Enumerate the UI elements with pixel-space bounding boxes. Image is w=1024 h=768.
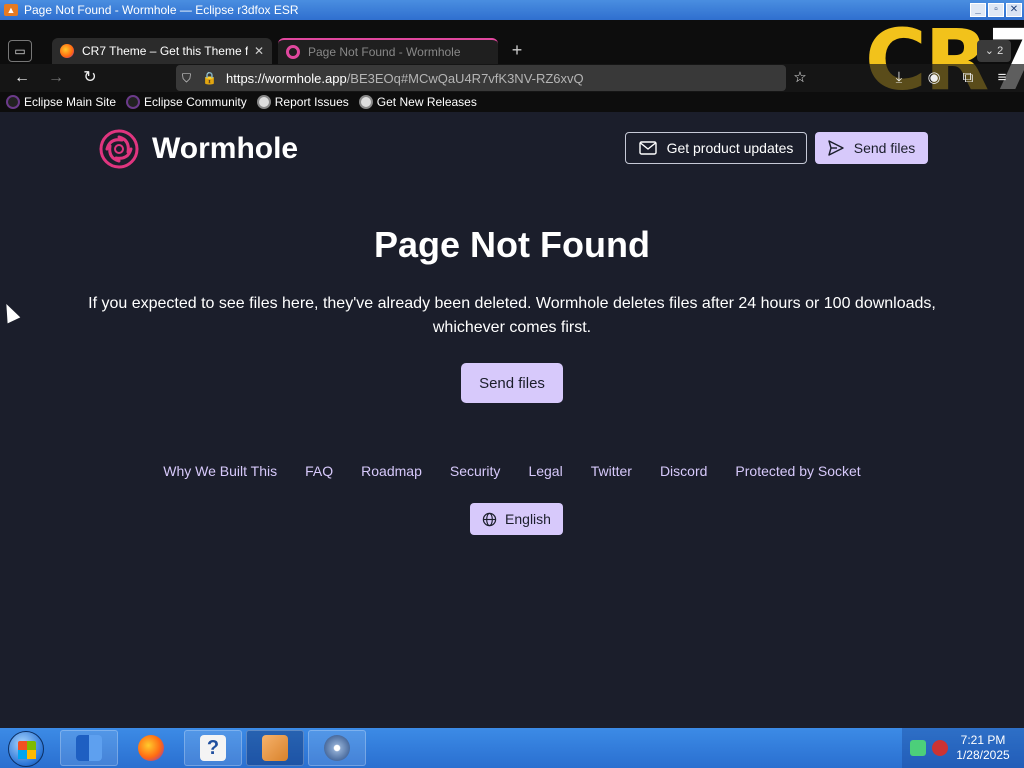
bookmark-get-new-releases[interactable]: Get New Releases xyxy=(358,95,477,109)
file-manager-icon xyxy=(76,735,102,761)
page-content: Wormhole Get product updates Send files … xyxy=(0,112,1024,728)
footer-link-protected-by-socket[interactable]: Protected by Socket xyxy=(735,463,860,479)
footer-link-roadmap[interactable]: Roadmap xyxy=(361,463,422,479)
browser-chrome: CR7 ▭ CR7 Theme – Get this Theme fo ✕ Pa… xyxy=(0,20,1024,112)
wormhole-favicon-icon xyxy=(286,45,300,59)
globe-icon xyxy=(482,512,497,526)
github-icon xyxy=(358,95,373,109)
taskbar-package-manager[interactable] xyxy=(246,730,304,766)
minimize-button[interactable]: _ xyxy=(970,3,986,17)
forward-icon[interactable]: → xyxy=(44,66,68,90)
not-found-message: If you expected to see files here, they'… xyxy=(88,295,936,336)
footer-links: Why We Built This FAQ Roadmap Security L… xyxy=(0,463,1024,479)
firefox-icon xyxy=(138,735,164,761)
firefox-favicon-icon xyxy=(60,44,74,58)
list-all-tabs-button[interactable]: ⌄ 2 xyxy=(977,40,1011,62)
bookmark-report-issues[interactable]: Report Issues xyxy=(256,95,349,109)
footer-link-discord[interactable]: Discord xyxy=(660,463,707,479)
close-window-button[interactable]: ✕ xyxy=(1006,3,1022,17)
navigation-toolbar: ← → ↻ ⛉ 🔒 https://wormhole.app/BE3EOq#MC… xyxy=(0,64,1024,92)
system-clock[interactable]: 7:21 PM 1/28/2025 xyxy=(948,733,1018,763)
reload-icon[interactable]: ↻ xyxy=(78,66,102,90)
footer-link-faq[interactable]: FAQ xyxy=(305,463,333,479)
bookmark-eclipse-main-site[interactable]: Eclipse Main Site xyxy=(6,95,116,109)
disk-icon xyxy=(324,735,350,761)
window-title: Page Not Found - Wormhole — Eclipse r3df… xyxy=(24,3,299,17)
language-selector-button[interactable]: English xyxy=(470,503,563,535)
taskbar-help[interactable]: ? xyxy=(184,730,242,766)
mouse-pointer-icon xyxy=(0,301,21,324)
footer-link-legal[interactable]: Legal xyxy=(528,463,562,479)
back-icon[interactable]: ← xyxy=(10,66,34,90)
send-files-button[interactable]: Send files xyxy=(461,363,563,403)
eclipse-icon xyxy=(6,95,20,109)
taskbar-file-manager[interactable] xyxy=(60,730,118,766)
mail-icon xyxy=(638,141,657,155)
tab-strip: ▭ CR7 Theme – Get this Theme fo ✕ Page N… xyxy=(0,20,1024,64)
window-titlebar: ▲ Page Not Found - Wormhole — Eclipse r3… xyxy=(0,0,1024,20)
lock-icon[interactable]: 🔒 xyxy=(202,71,217,85)
taskbar-firefox[interactable] xyxy=(122,730,180,766)
footer-link-why-we-built-this[interactable]: Why We Built This xyxy=(163,463,277,479)
tab-wormhole[interactable]: Page Not Found - Wormhole xyxy=(278,38,498,64)
footer-link-twitter[interactable]: Twitter xyxy=(591,463,632,479)
get-product-updates-button[interactable]: Get product updates xyxy=(625,132,807,164)
site-logo[interactable]: Wormhole xyxy=(98,128,298,170)
clock-time: 7:21 PM xyxy=(960,733,1006,747)
close-tab-icon[interactable]: ✕ xyxy=(254,44,264,58)
tab-cr7-theme[interactable]: CR7 Theme – Get this Theme fo ✕ xyxy=(52,38,272,64)
bookmark-eclipse-community[interactable]: Eclipse Community xyxy=(126,95,247,109)
wormhole-logo-icon xyxy=(99,129,139,169)
volume-icon[interactable] xyxy=(932,740,948,756)
extensions-icon[interactable]: ⧉ xyxy=(956,66,980,90)
url-text[interactable]: https://wormhole.app/BE3EOq#MCwQaU4R7vfK… xyxy=(226,71,584,86)
tab-label: Page Not Found - Wormhole xyxy=(308,45,461,59)
network-icon[interactable] xyxy=(910,740,926,756)
account-icon[interactable]: ◉ xyxy=(922,66,946,90)
send-files-header-button[interactable]: Send files xyxy=(815,132,928,164)
address-bar[interactable]: ⛉ 🔒 https://wormhole.app/BE3EOq#MCwQaU4R… xyxy=(176,65,786,91)
restore-button[interactable]: ▫ xyxy=(988,3,1004,17)
taskbar: ? 7:21 PM 1/28/2025 xyxy=(0,728,1024,768)
bookmarks-toolbar: Eclipse Main Site Eclipse Community Repo… xyxy=(0,92,1024,112)
downloads-icon[interactable]: ⤓ xyxy=(887,66,911,90)
tab-label: CR7 Theme – Get this Theme fo xyxy=(82,44,248,58)
footer-link-security[interactable]: Security xyxy=(450,463,501,479)
clock-date: 1/28/2025 xyxy=(956,748,1010,762)
eclipse-icon xyxy=(126,95,141,109)
windows-logo-icon xyxy=(18,741,36,759)
firefox-view-icon[interactable]: ▭ xyxy=(8,40,32,62)
new-tab-button[interactable]: + xyxy=(506,40,528,62)
start-button[interactable] xyxy=(8,731,44,767)
tracking-shield-icon[interactable]: ⛉ xyxy=(182,71,196,85)
menu-icon[interactable]: ≡ xyxy=(990,66,1014,90)
package-icon xyxy=(262,735,288,761)
fox-app-icon: ▲ xyxy=(4,4,18,16)
bookmark-star-icon[interactable]: ☆ xyxy=(788,66,812,90)
help-icon: ? xyxy=(200,735,226,761)
send-icon xyxy=(828,140,844,156)
page-title: Page Not Found xyxy=(374,224,650,265)
logo-wordmark: Wormhole xyxy=(152,132,299,165)
taskbar-disk-utility[interactable] xyxy=(308,730,366,766)
github-icon xyxy=(256,95,271,109)
